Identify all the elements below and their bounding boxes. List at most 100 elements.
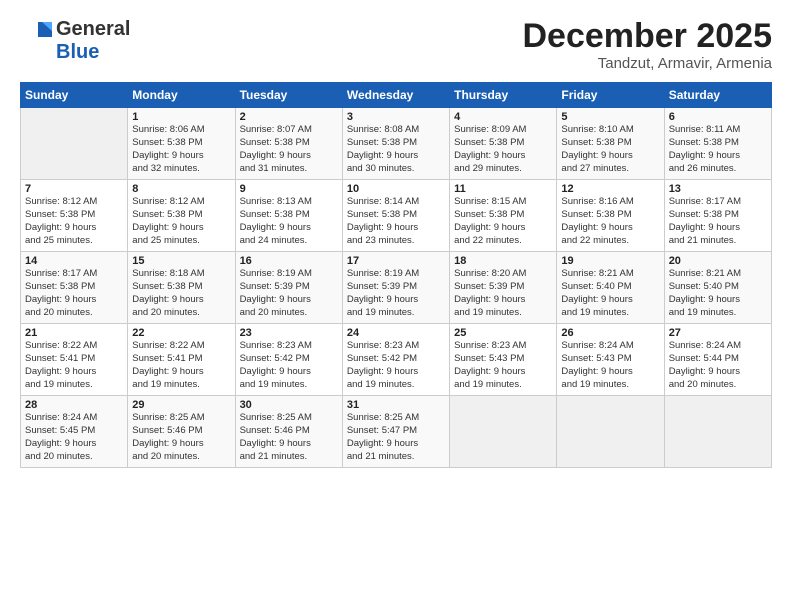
day-info: Sunrise: 8:17 AM Sunset: 5:38 PM Dayligh… <box>669 196 767 247</box>
calendar-cell: 30Sunrise: 8:25 AM Sunset: 5:46 PM Dayli… <box>235 396 342 468</box>
calendar-cell: 4Sunrise: 8:09 AM Sunset: 5:38 PM Daylig… <box>450 108 557 180</box>
weekday-header: Friday <box>557 83 664 108</box>
day-info: Sunrise: 8:16 AM Sunset: 5:38 PM Dayligh… <box>561 196 659 247</box>
day-info: Sunrise: 8:09 AM Sunset: 5:38 PM Dayligh… <box>454 124 552 175</box>
calendar-cell: 14Sunrise: 8:17 AM Sunset: 5:38 PM Dayli… <box>21 252 128 324</box>
day-number: 29 <box>132 399 230 411</box>
calendar-cell: 5Sunrise: 8:10 AM Sunset: 5:38 PM Daylig… <box>557 108 664 180</box>
day-info: Sunrise: 8:19 AM Sunset: 5:39 PM Dayligh… <box>347 268 445 319</box>
calendar-cell: 27Sunrise: 8:24 AM Sunset: 5:44 PM Dayli… <box>664 324 771 396</box>
calendar-cell: 24Sunrise: 8:23 AM Sunset: 5:42 PM Dayli… <box>342 324 449 396</box>
logo-icon <box>20 19 52 41</box>
calendar-header-row: SundayMondayTuesdayWednesdayThursdayFrid… <box>21 83 772 108</box>
day-number: 18 <box>454 255 552 267</box>
day-number: 27 <box>669 327 767 339</box>
calendar-cell <box>557 396 664 468</box>
day-info: Sunrise: 8:14 AM Sunset: 5:38 PM Dayligh… <box>347 196 445 247</box>
day-info: Sunrise: 8:25 AM Sunset: 5:46 PM Dayligh… <box>240 412 338 463</box>
calendar-week-row: 7Sunrise: 8:12 AM Sunset: 5:38 PM Daylig… <box>21 180 772 252</box>
day-info: Sunrise: 8:12 AM Sunset: 5:38 PM Dayligh… <box>132 196 230 247</box>
calendar-cell: 10Sunrise: 8:14 AM Sunset: 5:38 PM Dayli… <box>342 180 449 252</box>
day-info: Sunrise: 8:24 AM Sunset: 5:45 PM Dayligh… <box>25 412 123 463</box>
day-info: Sunrise: 8:21 AM Sunset: 5:40 PM Dayligh… <box>669 268 767 319</box>
location: Tandzut, Armavir, Armenia <box>522 55 772 72</box>
day-number: 13 <box>669 183 767 195</box>
calendar-cell: 29Sunrise: 8:25 AM Sunset: 5:46 PM Dayli… <box>128 396 235 468</box>
logo: General Blue <box>20 18 130 64</box>
day-number: 2 <box>240 111 338 123</box>
calendar-cell: 13Sunrise: 8:17 AM Sunset: 5:38 PM Dayli… <box>664 180 771 252</box>
calendar-cell: 26Sunrise: 8:24 AM Sunset: 5:43 PM Dayli… <box>557 324 664 396</box>
day-number: 28 <box>25 399 123 411</box>
day-info: Sunrise: 8:07 AM Sunset: 5:38 PM Dayligh… <box>240 124 338 175</box>
day-number: 20 <box>669 255 767 267</box>
day-info: Sunrise: 8:21 AM Sunset: 5:40 PM Dayligh… <box>561 268 659 319</box>
day-info: Sunrise: 8:23 AM Sunset: 5:42 PM Dayligh… <box>240 340 338 391</box>
calendar-cell: 18Sunrise: 8:20 AM Sunset: 5:39 PM Dayli… <box>450 252 557 324</box>
calendar-cell <box>664 396 771 468</box>
day-info: Sunrise: 8:13 AM Sunset: 5:38 PM Dayligh… <box>240 196 338 247</box>
day-number: 6 <box>669 111 767 123</box>
day-number: 30 <box>240 399 338 411</box>
calendar-table: SundayMondayTuesdayWednesdayThursdayFrid… <box>20 82 772 468</box>
calendar-cell: 22Sunrise: 8:22 AM Sunset: 5:41 PM Dayli… <box>128 324 235 396</box>
calendar-cell: 8Sunrise: 8:12 AM Sunset: 5:38 PM Daylig… <box>128 180 235 252</box>
weekday-header: Thursday <box>450 83 557 108</box>
day-number: 24 <box>347 327 445 339</box>
calendar-week-row: 1Sunrise: 8:06 AM Sunset: 5:38 PM Daylig… <box>21 108 772 180</box>
calendar-cell: 16Sunrise: 8:19 AM Sunset: 5:39 PM Dayli… <box>235 252 342 324</box>
day-info: Sunrise: 8:18 AM Sunset: 5:38 PM Dayligh… <box>132 268 230 319</box>
calendar-cell: 2Sunrise: 8:07 AM Sunset: 5:38 PM Daylig… <box>235 108 342 180</box>
day-number: 17 <box>347 255 445 267</box>
day-number: 5 <box>561 111 659 123</box>
calendar-cell <box>450 396 557 468</box>
day-info: Sunrise: 8:08 AM Sunset: 5:38 PM Dayligh… <box>347 124 445 175</box>
calendar-cell: 15Sunrise: 8:18 AM Sunset: 5:38 PM Dayli… <box>128 252 235 324</box>
calendar-week-row: 21 Sunrise: 8:22 AM Sunset: 5:41 PM Dayli… <box>21 324 772 396</box>
month-title: December 2025 <box>522 18 772 55</box>
day-info: Sunrise: 8:06 AM Sunset: 5:38 PM Dayligh… <box>132 124 230 175</box>
day-number: 21 <box>25 327 123 339</box>
day-number: 15 <box>132 255 230 267</box>
logo-blue: Blue <box>56 41 99 64</box>
calendar-week-row: 28Sunrise: 8:24 AM Sunset: 5:45 PM Dayli… <box>21 396 772 468</box>
title-block: December 2025 Tandzut, Armavir, Armenia <box>522 18 772 72</box>
calendar-cell: 23Sunrise: 8:23 AM Sunset: 5:42 PM Dayli… <box>235 324 342 396</box>
day-number: 22 <box>132 327 230 339</box>
calendar-cell: 31Sunrise: 8:25 AM Sunset: 5:47 PM Dayli… <box>342 396 449 468</box>
day-info: Sunrise: 8:10 AM Sunset: 5:38 PM Dayligh… <box>561 124 659 175</box>
calendar-cell: 7Sunrise: 8:12 AM Sunset: 5:38 PM Daylig… <box>21 180 128 252</box>
day-info: Sunrise: 8:22 AM Sunset: 5:41 PM Dayligh… <box>132 340 230 391</box>
day-info: Sunrise: 8:24 AM Sunset: 5:43 PM Dayligh… <box>561 340 659 391</box>
day-info: Sunrise: 8:12 AM Sunset: 5:38 PM Dayligh… <box>25 196 123 247</box>
day-number: 9 <box>240 183 338 195</box>
day-number: 23 <box>240 327 338 339</box>
day-number: 26 <box>561 327 659 339</box>
day-number: 10 <box>347 183 445 195</box>
day-number: 31 <box>347 399 445 411</box>
calendar-cell: 17Sunrise: 8:19 AM Sunset: 5:39 PM Dayli… <box>342 252 449 324</box>
day-info: Sunrise: 8:23 AM Sunset: 5:42 PM Dayligh… <box>347 340 445 391</box>
day-number: 7 <box>25 183 123 195</box>
header: General Blue December 2025 Tandzut, Arma… <box>20 18 772 72</box>
weekday-header: Wednesday <box>342 83 449 108</box>
calendar-cell: 12Sunrise: 8:16 AM Sunset: 5:38 PM Dayli… <box>557 180 664 252</box>
day-number: 11 <box>454 183 552 195</box>
calendar-week-row: 14Sunrise: 8:17 AM Sunset: 5:38 PM Dayli… <box>21 252 772 324</box>
day-info: Sunrise: 8:25 AM Sunset: 5:46 PM Dayligh… <box>132 412 230 463</box>
page: General Blue December 2025 Tandzut, Arma… <box>0 0 792 612</box>
calendar-cell: 11Sunrise: 8:15 AM Sunset: 5:38 PM Dayli… <box>450 180 557 252</box>
calendar-cell <box>21 108 128 180</box>
calendar-cell: 20Sunrise: 8:21 AM Sunset: 5:40 PM Dayli… <box>664 252 771 324</box>
day-info: Sunrise: 8:17 AM Sunset: 5:38 PM Dayligh… <box>25 268 123 319</box>
day-info: Sunrise: 8:24 AM Sunset: 5:44 PM Dayligh… <box>669 340 767 391</box>
calendar-cell: 28Sunrise: 8:24 AM Sunset: 5:45 PM Dayli… <box>21 396 128 468</box>
day-number: 12 <box>561 183 659 195</box>
weekday-header: Monday <box>128 83 235 108</box>
calendar-cell: 9Sunrise: 8:13 AM Sunset: 5:38 PM Daylig… <box>235 180 342 252</box>
day-info: Sunrise: 8:25 AM Sunset: 5:47 PM Dayligh… <box>347 412 445 463</box>
calendar-cell: 6Sunrise: 8:11 AM Sunset: 5:38 PM Daylig… <box>664 108 771 180</box>
calendar-cell: 25Sunrise: 8:23 AM Sunset: 5:43 PM Dayli… <box>450 324 557 396</box>
day-number: 16 <box>240 255 338 267</box>
day-number: 8 <box>132 183 230 195</box>
